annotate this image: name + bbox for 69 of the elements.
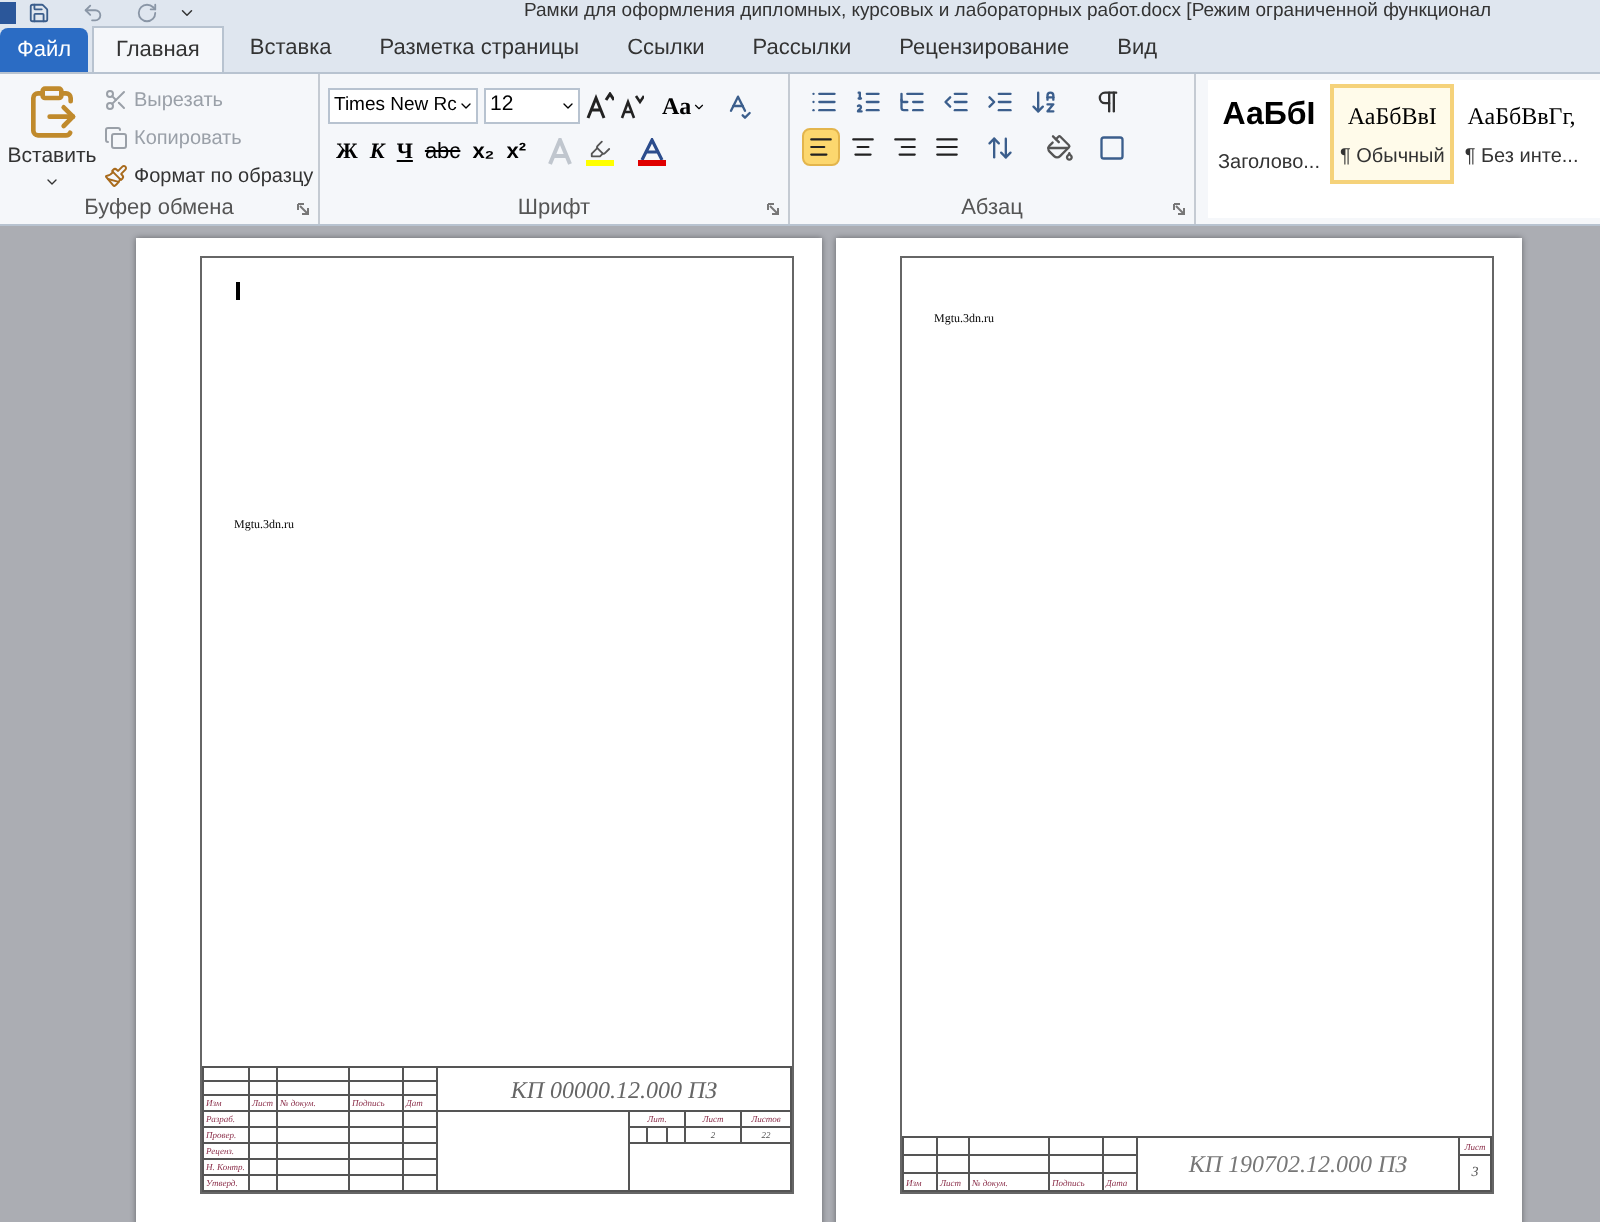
subscript-button[interactable]: x₂ <box>472 136 495 168</box>
group-label: Абзац <box>959 194 1025 224</box>
underline-button[interactable]: Ч <box>396 136 413 168</box>
save-icon[interactable] <box>28 1 50 23</box>
caret-icon <box>691 99 706 113</box>
document-designation: КП 190702.12.000 ПЗ <box>1137 1137 1459 1191</box>
numbering-icon[interactable] <box>854 88 882 116</box>
letter-a-icon <box>639 138 664 160</box>
stamp-cell <box>1049 1137 1103 1155</box>
superscript-button[interactable]: x² <box>506 136 526 168</box>
stamp-cell <box>969 1137 1049 1155</box>
ribbon-tab[interactable]: Ссылки <box>605 26 727 72</box>
highlighter-icon <box>587 138 612 160</box>
ribbon-tab[interactable]: Разметка страницы <box>357 26 602 72</box>
ribbon-tab[interactable]: Рецензирование <box>877 26 1092 72</box>
increase-indent-icon[interactable] <box>986 88 1014 116</box>
shading-icon[interactable] <box>1046 133 1074 161</box>
window-title: Рамки для оформления дипломных, курсовых и лабораторных работ.docx [Режим ограниченной функционал <box>524 0 1492 24</box>
align-left-button[interactable] <box>802 128 840 166</box>
bold-button[interactable]: Ж <box>336 136 358 168</box>
stamp-cell <box>937 1155 969 1173</box>
dialog-launcher-icon[interactable] <box>1172 202 1186 216</box>
case-label: Aa <box>662 90 692 124</box>
highlight-color-button[interactable] <box>585 138 614 166</box>
stamp-cell <box>1103 1137 1137 1155</box>
group-label: Шрифт <box>515 194 593 224</box>
align-lines-icon <box>892 134 918 160</box>
stamp-cell <box>937 1137 969 1155</box>
pilcrow-icon[interactable] <box>1094 88 1122 116</box>
stamp-cell <box>969 1155 1049 1173</box>
stamp-cell <box>903 1155 937 1173</box>
font-name-field[interactable]: Times New Rc <box>328 88 478 124</box>
sort-icon[interactable] <box>1030 88 1058 116</box>
ribbon-tab[interactable]: Вставка <box>227 26 354 72</box>
stamp-cell <box>903 1137 937 1155</box>
file-tab[interactable]: Файл <box>0 28 88 72</box>
group-label: Буфер обмена <box>82 194 236 224</box>
grow-font-icon[interactable] <box>586 92 614 120</box>
decrease-indent-icon[interactable] <box>942 88 970 116</box>
multilevel-list-icon[interactable] <box>898 88 926 116</box>
italic-button[interactable]: К <box>369 136 385 168</box>
bullets-icon[interactable] <box>810 88 838 116</box>
caret-icon <box>458 98 474 114</box>
format-painter-button[interactable]: Формат по образцу <box>104 160 314 192</box>
style-gallery-item[interactable]: АаБбВвI ¶ Обычный <box>1329 84 1455 184</box>
align-lines-icon <box>934 134 960 160</box>
paste-button[interactable]: Вставить <box>8 82 96 192</box>
strikethrough-button[interactable]: abc <box>424 136 461 168</box>
dialog-launcher-icon[interactable] <box>296 202 310 216</box>
align-lines-icon <box>808 134 834 160</box>
stamp-cell <box>1049 1155 1103 1173</box>
style-gallery-item[interactable]: АаБбI Заголово... <box>1208 84 1330 184</box>
line-spacing-icon[interactable] <box>986 133 1014 161</box>
scissors-icon <box>104 88 128 112</box>
style-gallery-item[interactable]: АаБбВвГг, ¶ Без инте... <box>1454 84 1589 184</box>
borders-icon[interactable] <box>1098 133 1126 161</box>
dialog-launcher-icon[interactable] <box>766 202 780 216</box>
document-designation: КП 00000.12.000 ПЗ <box>437 1067 791 1111</box>
font-color-button[interactable] <box>637 138 666 166</box>
change-case-button[interactable]: Aa <box>662 88 706 124</box>
ribbon-tab[interactable]: Вид <box>1095 26 1180 72</box>
ribbon-tab[interactable]: Рассылки <box>730 26 874 72</box>
copy-icon <box>104 126 128 150</box>
font-size-field[interactable]: 12 <box>484 88 580 124</box>
paintbrush-icon <box>104 164 128 188</box>
shrink-font-icon[interactable] <box>620 92 644 120</box>
ribbon-tab[interactable]: Главная <box>92 26 224 72</box>
align-lines-icon <box>850 134 876 160</box>
caret-icon <box>560 98 576 114</box>
